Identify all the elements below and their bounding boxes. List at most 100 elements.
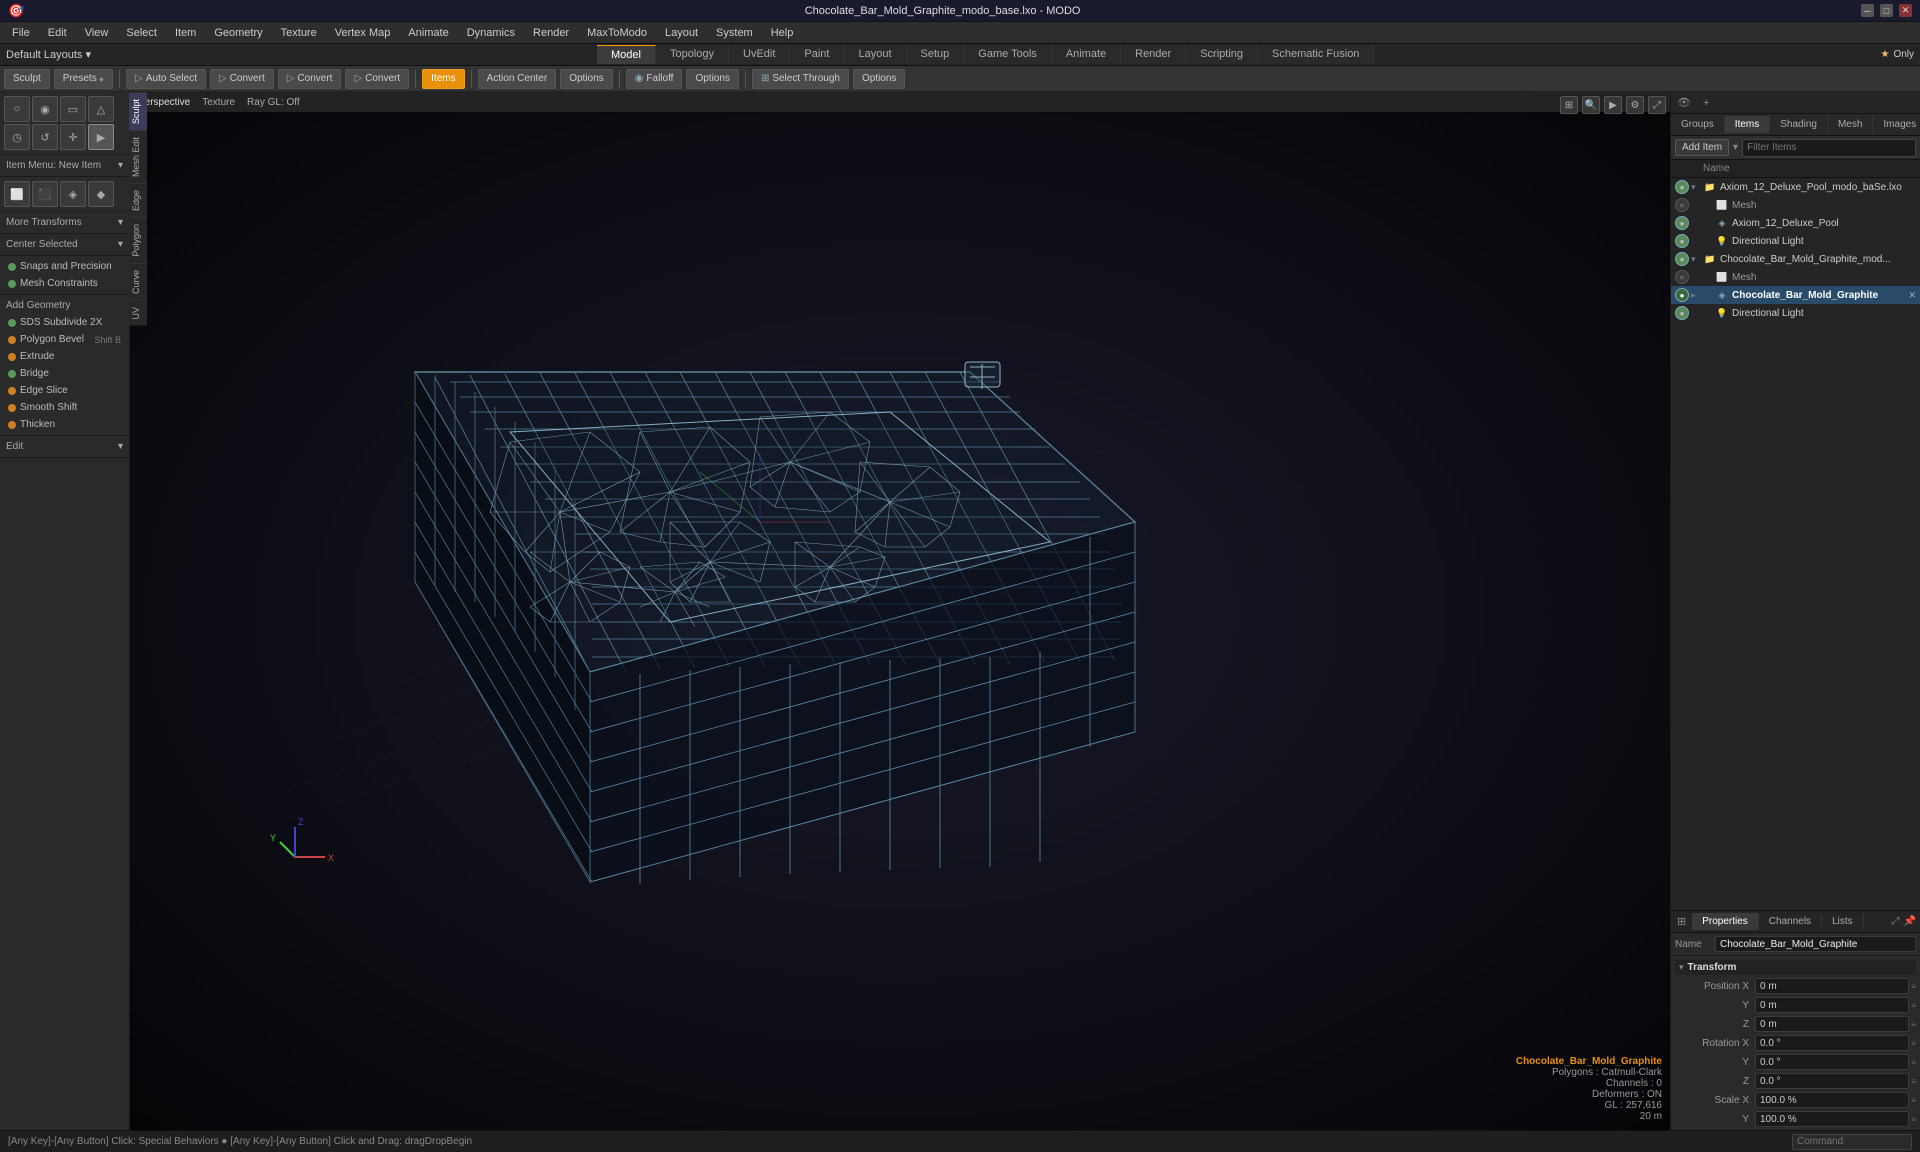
shading-tab[interactable]: Shading xyxy=(1770,116,1828,133)
visibility-eye-8[interactable]: ● xyxy=(1675,306,1689,320)
visibility-eye-4[interactable]: ● xyxy=(1675,234,1689,248)
tool-icon-sphere[interactable]: ◉ xyxy=(32,96,58,122)
tab-model[interactable]: Model xyxy=(597,45,656,64)
visibility-eye-1[interactable]: ● xyxy=(1675,180,1689,194)
position-z-value[interactable]: 0 m xyxy=(1755,1016,1909,1032)
visibility-eye-2[interactable]: ○ xyxy=(1675,198,1689,212)
tool-icon-patch[interactable]: ◆ xyxy=(88,181,114,207)
extrude-item[interactable]: Extrude xyxy=(0,348,129,365)
menu-item-dynamics[interactable]: Dynamics xyxy=(459,25,523,41)
tree-row-7[interactable]: ● ▸ ◈ Chocolate_Bar_Mold_Graphite ✕ xyxy=(1671,286,1920,304)
tab-animate[interactable]: Animate xyxy=(1052,45,1121,64)
scale-x-stepper[interactable]: ≡ xyxy=(1911,1096,1916,1105)
properties-tab[interactable]: Properties xyxy=(1692,913,1759,930)
tool-icon-circle[interactable]: ○ xyxy=(4,96,30,122)
position-x-value[interactable]: 0 m xyxy=(1755,978,1909,994)
scale-y-value[interactable]: 100.0 % xyxy=(1755,1111,1909,1127)
transform-section-header[interactable]: ▾ Transform xyxy=(1675,960,1916,975)
edit-header[interactable]: Edit ▾ xyxy=(0,438,129,455)
edge-slice-item[interactable]: Edge Slice xyxy=(0,382,129,399)
options-button-2[interactable]: Options xyxy=(686,69,738,89)
visibility-eye-5[interactable]: ● xyxy=(1675,252,1689,266)
tab-game-tools[interactable]: Game Tools xyxy=(964,45,1052,64)
falloff-button[interactable]: ◉ Falloff xyxy=(626,69,683,89)
menu-item-view[interactable]: View xyxy=(77,25,117,41)
position-y-value[interactable]: 0 m xyxy=(1755,997,1909,1013)
viewport[interactable]: Perspective Texture Ray GL: Off ⊞ 🔍 ▶ ⚙ … xyxy=(130,92,1670,1130)
menu-item-layout[interactable]: Layout xyxy=(657,25,706,41)
tool-icon-cone[interactable]: △ xyxy=(88,96,114,122)
props-pin-btn[interactable]: 📌 xyxy=(1904,916,1916,927)
props-expand-btn[interactable]: ⤢ xyxy=(1892,916,1900,927)
position-x-stepper[interactable]: ≡ xyxy=(1911,982,1916,991)
tree-row-8[interactable]: ● 💡 Directional Light xyxy=(1671,304,1920,322)
tab-topology[interactable]: Topology xyxy=(656,45,729,64)
left-vtab-polygon[interactable]: Polygon xyxy=(129,217,147,263)
rotation-z-stepper[interactable]: ≡ xyxy=(1911,1077,1916,1086)
left-vtab-curve[interactable]: Curve xyxy=(129,263,147,300)
menu-item-item[interactable]: Item xyxy=(167,25,204,41)
tool-icon-move[interactable]: ✛ xyxy=(60,124,86,150)
tree-row-1[interactable]: ● ▾ 📁 Axiom_12_Deluxe_Pool_modo_baSe.lxo xyxy=(1671,178,1920,196)
add-item-button[interactable]: Add Item xyxy=(1675,139,1729,156)
presets-button[interactable]: Presets ● xyxy=(54,69,113,89)
left-vtab-edge[interactable]: Edge xyxy=(129,183,147,217)
menu-item-system[interactable]: System xyxy=(708,25,761,41)
vp-render-button[interactable]: ▶ xyxy=(1604,96,1622,114)
convert-button-1[interactable]: ▷ Convert xyxy=(210,69,274,89)
menu-item-file[interactable]: File xyxy=(4,25,38,41)
items-button[interactable]: Items xyxy=(422,69,464,89)
tab-paint[interactable]: Paint xyxy=(790,45,844,64)
convert-button-3[interactable]: ▷ Convert xyxy=(345,69,409,89)
groups-tab[interactable]: Groups xyxy=(1671,116,1725,133)
tool-icon-select[interactable]: ▶ xyxy=(88,124,114,150)
vp-fit-button[interactable]: ⊞ xyxy=(1560,96,1578,114)
smooth-shift-item[interactable]: Smooth Shift xyxy=(0,399,129,416)
tree-row-2[interactable]: ○ ⬜ Mesh xyxy=(1671,196,1920,214)
add-icon[interactable]: + xyxy=(1697,94,1715,112)
left-vtab-mesh-edit[interactable]: Mesh Edit xyxy=(129,130,147,183)
sculpt-button[interactable]: Sculpt xyxy=(4,69,50,89)
tool-icon-cylinder[interactable]: ▭ xyxy=(60,96,86,122)
props-name-value[interactable]: Chocolate_Bar_Mold_Graphite xyxy=(1715,936,1916,952)
tool-icon-nurbs[interactable]: ◈ xyxy=(60,181,86,207)
transforms-header[interactable]: More Transforms ▾ xyxy=(0,214,129,231)
eye-icon[interactable]: 👁 xyxy=(1671,93,1697,112)
tab-setup[interactable]: Setup xyxy=(907,45,965,64)
left-vtab-uv[interactable]: UV xyxy=(129,300,147,326)
menu-item-vertex-map[interactable]: Vertex Map xyxy=(327,25,399,41)
tab-layout[interactable]: Layout xyxy=(844,45,906,64)
center-selected-header[interactable]: Center Selected ▾ xyxy=(0,236,129,253)
tab-schematic-fusion[interactable]: Schematic Fusion xyxy=(1258,45,1374,64)
rotation-y-stepper[interactable]: ≡ xyxy=(1911,1058,1916,1067)
channels-tab[interactable]: Channels xyxy=(1759,913,1822,930)
items-tab[interactable]: Items xyxy=(1725,116,1770,133)
scale-x-value[interactable]: 100.0 % xyxy=(1755,1092,1909,1108)
add-item-dropdown-icon[interactable]: ▾ xyxy=(1733,142,1738,153)
menu-item-render[interactable]: Render xyxy=(525,25,577,41)
tree-row-6[interactable]: ○ ⬜ Mesh xyxy=(1671,268,1920,286)
vp-fullscreen-button[interactable]: ⤢ xyxy=(1648,96,1666,114)
menu-item-help[interactable]: Help xyxy=(763,25,802,41)
left-vtab-sculpt[interactable]: Sculpt xyxy=(129,92,147,130)
tool-icon-curve[interactable]: ◷ xyxy=(4,124,30,150)
menu-item-maxtomodo[interactable]: MaxToModo xyxy=(579,25,655,41)
select-through-button[interactable]: ⊞ Select Through xyxy=(752,69,849,89)
tool-icon-mesh[interactable]: ⬜ xyxy=(4,181,30,207)
rotation-x-stepper[interactable]: ≡ xyxy=(1911,1039,1916,1048)
tree-row-5[interactable]: ● ▾ 📁 Chocolate_Bar_Mold_Graphite_mod... xyxy=(1671,250,1920,268)
rotation-x-value[interactable]: 0.0 ° xyxy=(1755,1035,1909,1051)
tab-render[interactable]: Render xyxy=(1121,45,1186,64)
rotation-z-value[interactable]: 0.0 ° xyxy=(1755,1073,1909,1089)
tree-row-4[interactable]: ● 💡 Directional Light xyxy=(1671,232,1920,250)
menu-item-geometry[interactable]: Geometry xyxy=(206,25,270,41)
options-button-3[interactable]: Options xyxy=(853,69,905,89)
bridge-item[interactable]: Bridge xyxy=(0,365,129,382)
position-z-stepper[interactable]: ≡ xyxy=(1911,1020,1916,1029)
props-expand-icon[interactable]: ⊞ xyxy=(1671,912,1692,931)
snaps-precision-item[interactable]: Snaps and Precision xyxy=(0,258,129,275)
polygon-bevel-item[interactable]: Polygon Bevel Shift B xyxy=(0,331,129,348)
menu-item-select[interactable]: Select xyxy=(118,25,165,41)
rotation-y-value[interactable]: 0.0 ° xyxy=(1755,1054,1909,1070)
tab-uvedit[interactable]: UvEdit xyxy=(729,45,790,64)
